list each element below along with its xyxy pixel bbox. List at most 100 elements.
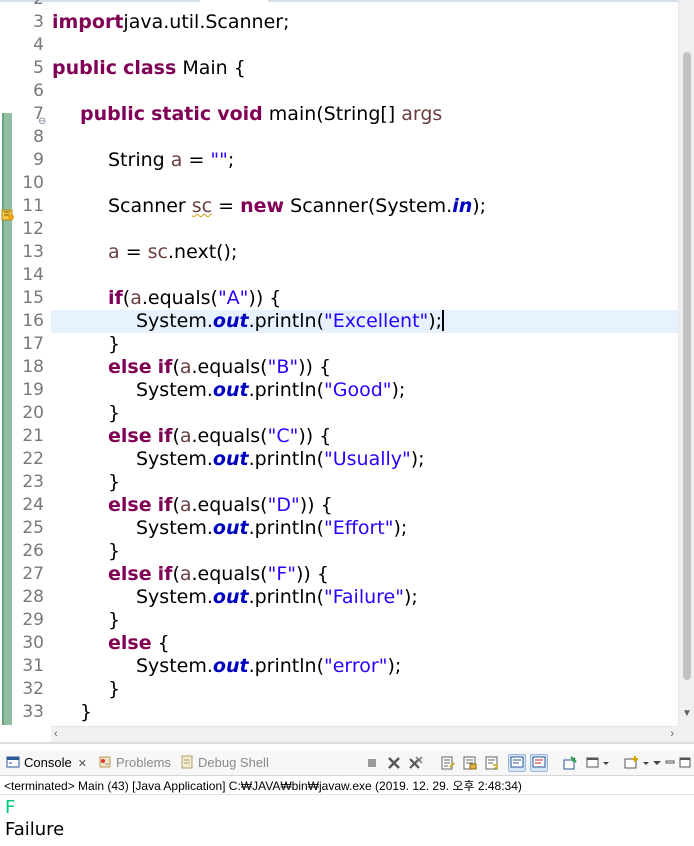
code-editor[interactable]: 23 importjava.util.Scanner; 4 5 public class…	[0, 0, 694, 744]
vertical-scrollbar[interactable]: ▼	[678, 0, 694, 726]
remove-all-terminated-icon[interactable]	[408, 755, 426, 771]
code-token: "Excellent"	[323, 310, 429, 332]
code-token: "Failure"	[323, 586, 404, 608]
code-line[interactable]: System.out.println("Effort");	[136, 517, 407, 540]
resource-leak-warning-icon[interactable]	[1, 207, 15, 221]
scroll-down-icon[interactable]: ▼	[682, 708, 692, 719]
open-console-icon[interactable]	[624, 755, 642, 771]
code-line[interactable]: else if(a.equals("B")) {	[108, 356, 331, 379]
line-number: 15	[22, 288, 44, 308]
horizontal-scrollbar[interactable]: ‹ ›	[51, 726, 678, 742]
code-line[interactable]: Scanner sc = new Scanner(System.in);	[108, 195, 486, 218]
line-number: 18	[22, 357, 44, 377]
code-token: );	[403, 586, 418, 608]
code-token: else	[108, 563, 152, 585]
console-process-status: <terminated> Main (43) [Java Application…	[4, 779, 522, 793]
code-line[interactable]: if(a.equals("A")) {	[108, 287, 281, 310]
line-number: 29	[22, 610, 44, 630]
console-stdin-text[interactable]: F	[5, 797, 15, 819]
code-line[interactable]: public class Main {	[52, 57, 246, 80]
word-wrap-icon[interactable]	[484, 755, 502, 771]
editor-tab-strip	[0, 0, 694, 3]
code-token: if	[157, 563, 173, 585]
editor-divider	[0, 742, 694, 744]
scroll-left-icon[interactable]: ‹	[54, 728, 58, 740]
tab-console[interactable]: Console ✕	[6, 754, 87, 772]
code-line[interactable]: }	[108, 609, 120, 632]
terminate-icon[interactable]	[364, 755, 382, 771]
code-token: java.util.Scanner;	[123, 11, 290, 33]
line-number: 28	[22, 587, 44, 607]
console-stdout-text[interactable]: Failure	[5, 819, 64, 841]
line-number: 9	[33, 150, 44, 170]
show-stderr-icon[interactable]	[530, 754, 548, 772]
close-icon[interactable]: ✕	[78, 758, 87, 770]
text-caret	[442, 310, 445, 331]
code-line[interactable]: System.out.println("Usually");	[136, 448, 425, 471]
code-line[interactable]: public static void main(String[] args	[80, 103, 442, 126]
code-line[interactable]: }	[80, 701, 92, 724]
line-number: 10	[22, 173, 44, 193]
line-number: 12	[22, 219, 44, 239]
code-line[interactable]: importjava.util.Scanner;	[52, 11, 290, 34]
code-token: }	[108, 402, 121, 424]
remove-launch-icon[interactable]	[386, 755, 404, 771]
code-line[interactable]: }	[108, 540, 120, 563]
code-token: "A"	[217, 287, 249, 309]
line-number: 14	[22, 265, 44, 285]
tab-problems[interactable]: Problems	[98, 754, 171, 772]
code-line[interactable]: String a = "";	[108, 149, 234, 172]
line-number: 11	[22, 196, 44, 216]
line-number: 20	[22, 403, 44, 423]
maximize-icon[interactable]	[678, 755, 694, 771]
line-number: 33	[22, 702, 44, 722]
line-number: 5	[33, 58, 44, 78]
collapse-minus-icon[interactable]: ⊖	[38, 117, 46, 127]
code-line[interactable]: else {	[108, 632, 170, 655]
pin-console-icon[interactable]	[562, 755, 580, 771]
code-line[interactable]: else if(a.equals("F")) {	[108, 563, 329, 586]
code-line[interactable]: }	[108, 333, 120, 356]
code-line[interactable]: else if(a.equals("C")) {	[108, 425, 331, 448]
code-line[interactable]: }	[108, 471, 120, 494]
line-number: 8	[33, 127, 44, 147]
clear-console-icon[interactable]	[440, 755, 458, 771]
line-number: 23	[22, 472, 44, 492]
code-token: )) {	[248, 287, 282, 309]
code-token: =	[182, 149, 211, 171]
code-line[interactable]: System.out.println("Failure");	[136, 586, 418, 609]
line-number: 16	[22, 311, 44, 331]
code-token: {	[151, 632, 170, 654]
code-token: System.	[136, 379, 213, 401]
show-stdout-icon[interactable]	[508, 754, 526, 772]
code-token: import	[52, 11, 124, 33]
code-line[interactable]: }	[108, 678, 120, 701]
console-icon	[6, 755, 20, 769]
code-token: ;	[227, 149, 235, 171]
scroll-right-icon[interactable]: ›	[670, 728, 674, 740]
display-console-dropdown-icon[interactable]	[602, 755, 620, 771]
code-line[interactable]: System.out.println("Excellent");	[136, 310, 445, 333]
tab-debug-shell[interactable]: Debug Shell	[180, 754, 269, 772]
vertical-scroll-thumb[interactable]	[683, 52, 691, 680]
code-line[interactable]: System.out.println("Good");	[136, 379, 405, 402]
code-line[interactable]: System.out.println("error");	[136, 655, 401, 678]
code-token: new	[240, 195, 285, 217]
code-line[interactable]: }	[108, 402, 120, 425]
code-line[interactable]: else if(a.equals("D")) {	[108, 494, 333, 517]
code-token: "C"	[267, 425, 299, 447]
code-token: Main {	[176, 57, 246, 79]
console-view-tabbar: Console ✕ Problems Debug Shell	[0, 750, 694, 776]
code-token: Scanner(System.	[284, 195, 453, 217]
code-token: "F"	[267, 563, 297, 585]
code-token: public	[52, 57, 118, 79]
debug-shell-icon	[180, 755, 194, 769]
line-number: 6	[33, 81, 44, 101]
code-token: .equals(	[191, 356, 268, 378]
scroll-lock-icon[interactable]	[462, 755, 480, 771]
line-number: 25	[22, 518, 44, 538]
code-token: public	[80, 103, 146, 125]
code-token: a	[108, 241, 120, 263]
code-line[interactable]: a = sc.next();	[108, 241, 237, 264]
code-token: =	[212, 195, 241, 217]
